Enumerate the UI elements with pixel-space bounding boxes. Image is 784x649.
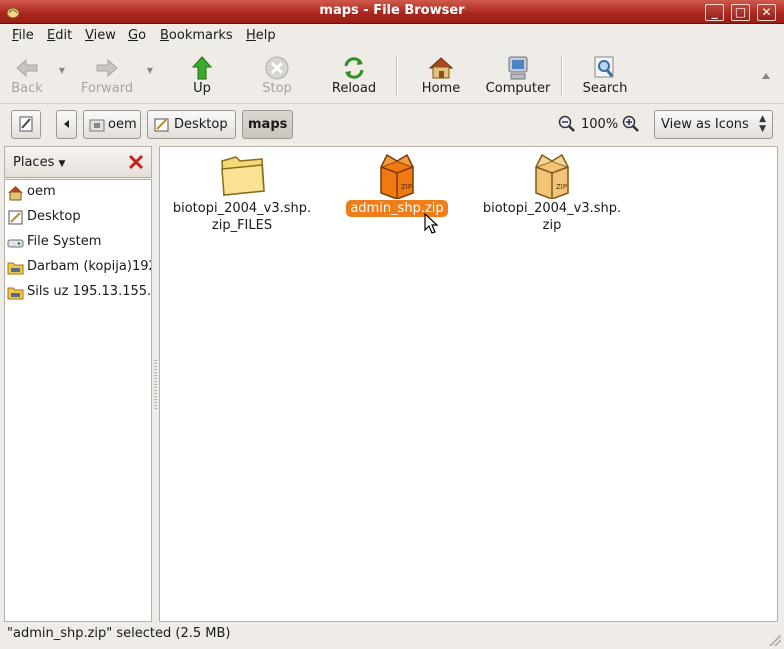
sidebar-item-darbam[interactable]: Darbam (kopija)192 <box>5 255 151 279</box>
chevron-left-icon <box>64 120 69 128</box>
menu-view[interactable]: View <box>85 28 116 43</box>
up-button[interactable]: Up <box>180 52 224 100</box>
toolbar: Back ▼ Forward ▼ Up Stop Reload Home Com… <box>0 48 784 104</box>
menu-bar: File Edit View Go Bookmarks Help <box>0 24 784 48</box>
zip-archive-icon: ZIP <box>535 153 569 199</box>
reload-icon <box>344 57 364 79</box>
zoom-out-icon[interactable] <box>558 115 576 133</box>
resize-grip[interactable] <box>769 634 781 646</box>
file-name: biotopi_2004_v3.shp. zip_FILES <box>172 201 312 233</box>
network-folder-icon <box>7 262 24 275</box>
sidebar-item-desktop[interactable]: Desktop <box>5 205 151 229</box>
computer-button[interactable]: Computer <box>480 52 556 100</box>
forward-button[interactable]: Forward <box>78 52 136 100</box>
mouse-cursor-icon <box>424 213 438 234</box>
title-bar[interactable]: maps - File Browser _ □ ✕ <box>0 0 784 24</box>
minimize-button[interactable]: _ <box>705 4 724 21</box>
chevron-updown-icon: ▲ ▼ <box>759 114 766 134</box>
path-button-oem[interactable]: oem <box>83 110 141 139</box>
search-icon <box>594 56 614 78</box>
menu-edit[interactable]: Edit <box>47 28 72 43</box>
view-mode-select[interactable]: View as Icons ▲ ▼ <box>654 110 773 139</box>
toggle-location-entry-button[interactable] <box>11 110 41 139</box>
file-name: biotopi_2004_v3.shp. zip <box>482 201 622 233</box>
stop-button[interactable]: Stop <box>252 52 302 100</box>
file-icon-view[interactable]: biotopi_2004_v3.shp. zip_FILES ZIP admin_… <box>159 146 778 622</box>
home-icon <box>428 57 454 79</box>
toolbar-separator <box>561 56 563 96</box>
status-text: "admin_shp.zip" selected (2.5 MB) <box>7 626 231 641</box>
desktop-icon <box>8 210 23 225</box>
file-item-admin-zip[interactable]: ZIP admin_shp.zip <box>330 147 464 237</box>
path-button-desktop[interactable]: Desktop <box>147 110 236 139</box>
toolbar-separator <box>396 56 398 96</box>
zoom-level-button[interactable]: 100% <box>581 117 618 132</box>
back-button[interactable]: Back <box>4 52 50 100</box>
folder-icon <box>221 156 265 196</box>
sidebar: Places ▼ oem Desktop File System Darbam … <box>4 146 152 622</box>
location-bar: oem Desktop maps 100% View as Icons ▲ ▼ <box>0 105 784 145</box>
sidebar-item-sils[interactable]: Sils uz 195.13.155.2 <box>5 280 151 304</box>
home-button[interactable]: Home <box>414 52 468 100</box>
menu-help[interactable]: Help <box>246 28 276 43</box>
activity-throbber-icon <box>762 73 770 79</box>
pane-resize-handle[interactable] <box>154 360 157 410</box>
home-folder-icon <box>89 119 105 132</box>
path-scroll-left-button[interactable] <box>56 110 77 139</box>
file-item-folder[interactable]: biotopi_2004_v3.shp. zip_FILES <box>168 147 316 237</box>
file-item-biotopi-zip[interactable]: ZIP biotopi_2004_v3.shp. zip <box>478 147 626 237</box>
desktop-icon <box>154 118 169 132</box>
back-arrow-icon <box>16 58 38 78</box>
menu-file[interactable]: File <box>12 28 34 43</box>
up-arrow-icon <box>191 56 213 80</box>
menu-bookmarks[interactable]: Bookmarks <box>160 28 233 43</box>
home-icon <box>8 186 23 201</box>
maximize-button[interactable]: □ <box>731 4 750 21</box>
zip-archive-icon: ZIP <box>380 153 414 199</box>
stop-icon <box>265 56 289 80</box>
reload-button[interactable]: Reload <box>326 52 382 100</box>
computer-icon <box>508 56 528 80</box>
edit-location-icon <box>19 116 33 132</box>
svg-text:ZIP: ZIP <box>401 183 412 191</box>
network-folder-icon <box>7 287 24 300</box>
path-button-maps[interactable]: maps <box>242 110 293 139</box>
status-bar: "admin_shp.zip" selected (2.5 MB) <box>0 623 784 649</box>
menu-go[interactable]: Go <box>128 28 146 43</box>
zoom-in-icon[interactable] <box>622 115 640 133</box>
sidebar-item-oem[interactable]: oem <box>5 180 151 204</box>
close-window-button[interactable]: ✕ <box>757 4 776 21</box>
search-button[interactable]: Search <box>578 52 632 100</box>
file-name: admin_shp.zip <box>330 200 464 217</box>
chevron-down-icon: ▼ <box>58 159 66 169</box>
places-list: oem Desktop File System Darbam (kopija)1… <box>4 179 152 622</box>
svg-text:ZIP: ZIP <box>556 183 567 191</box>
window-title: maps - File Browser <box>319 3 465 18</box>
forward-arrow-icon <box>96 58 118 78</box>
drive-icon <box>7 239 24 248</box>
places-dropdown[interactable]: Places ▼ <box>13 155 65 170</box>
sidebar-item-file-system[interactable]: File System <box>5 230 151 254</box>
close-sidebar-icon[interactable] <box>127 153 145 171</box>
back-history-dropdown[interactable]: ▼ <box>56 66 68 78</box>
forward-history-dropdown[interactable]: ▼ <box>144 66 156 78</box>
sidebar-header: Places ▼ <box>4 146 152 178</box>
